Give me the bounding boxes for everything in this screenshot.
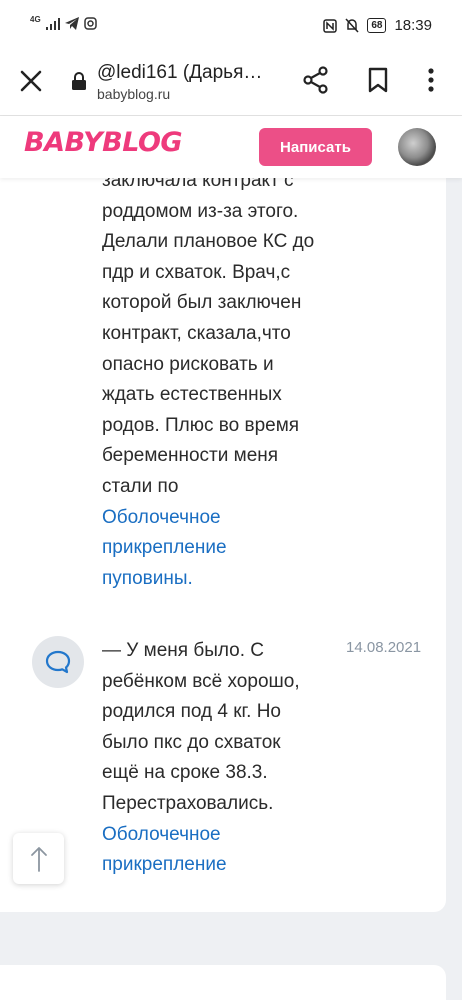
reply-line: Перестраховались. (102, 792, 274, 814)
reply-line: ещё на сроке 38.3. (102, 762, 268, 784)
reply-date: 14.08.2021 (346, 639, 422, 656)
comment-line: которой был заключен (102, 292, 302, 314)
comment-line: стали по (102, 475, 179, 497)
close-icon[interactable] (18, 68, 44, 94)
instagram-icon (83, 17, 97, 30)
speech-bubble-icon (45, 650, 71, 674)
browser-toolbar: @ledi161 (Дарья… babyblog.ru (0, 50, 462, 116)
status-icons-left: 4G (30, 15, 97, 30)
comment-line: роддомом из-за этого. (102, 200, 299, 222)
user-avatar[interactable] (398, 128, 436, 166)
comment-line: Делали плановое КС до (102, 231, 315, 253)
nfc-icon (323, 18, 338, 33)
write-button[interactable]: Написать (259, 128, 372, 166)
lock-icon (72, 72, 86, 90)
reply-line: ребёнком всё хорошо, (102, 670, 300, 692)
status-bar: 4G 68 18:39 (0, 0, 462, 50)
comment-tag-link[interactable]: прикрепление (102, 533, 352, 564)
comment-line: родов. Плюс во время (102, 414, 300, 436)
reply-tag-link[interactable]: Оболочечное (102, 820, 352, 851)
status-icons-right: 68 18:39 (323, 17, 432, 34)
comment-tag-link[interactable]: Оболочечное (102, 503, 352, 534)
clock: 18:39 (394, 17, 432, 34)
reply-tag-link[interactable]: прикрепление (102, 850, 352, 881)
comment-line: пдр и схваток. Врач,с (102, 261, 291, 283)
comment-line: опасно рисковать и (102, 353, 274, 375)
site-header: BABYBLOG Написать (0, 116, 462, 178)
arrow-up-icon (30, 846, 47, 872)
signal-icon (45, 17, 60, 30)
comment-body: заключала контракт с роддомом из-за этог… (102, 178, 352, 594)
share-icon[interactable] (302, 66, 330, 94)
mute-bell-icon (345, 18, 359, 33)
comment-line: заключала контракт с (102, 178, 294, 191)
more-menu-icon[interactable] (421, 66, 441, 94)
reply-line: родился под 4 кг. Но (102, 701, 281, 723)
comment-line: беременности меня (102, 445, 279, 467)
reply-comment-icon[interactable] (32, 636, 84, 688)
babyblog-logo[interactable]: BABYBLOG (24, 127, 183, 158)
network-type: 4G (30, 15, 41, 24)
page-title[interactable]: @ledi161 (Дарья… (97, 62, 262, 84)
reply-body: — У меня было. С ребёнком всё хорошо, ро… (102, 636, 352, 881)
comment-line: контракт, сказала,что (102, 322, 291, 344)
page-domain[interactable]: babyblog.ru (97, 86, 170, 102)
next-card (0, 965, 446, 1000)
scroll-to-top-button[interactable] (13, 833, 64, 884)
reply-line: — У меня было. С (102, 640, 265, 661)
comments-card: заключала контракт с роддомом из-за этог… (0, 178, 446, 912)
battery-indicator: 68 (367, 18, 387, 33)
reply-line: было пкс до схваток (102, 731, 281, 753)
bookmark-icon[interactable] (366, 66, 390, 94)
comment-tag-link[interactable]: пуповины. (102, 564, 352, 595)
telegram-icon (64, 17, 79, 30)
comment-line: ждать естественных (102, 384, 282, 406)
